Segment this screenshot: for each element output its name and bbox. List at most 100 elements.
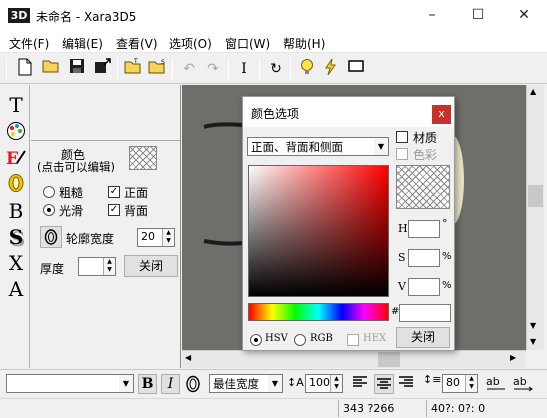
outline-tool[interactable]: E	[4, 147, 28, 171]
minimize-button[interactable]: –	[409, 0, 455, 31]
hue-slider[interactable]	[248, 303, 389, 321]
s-input[interactable]	[408, 249, 440, 267]
maximize-button[interactable]: ☐	[455, 0, 501, 31]
title-bar: 3D 未命名 - Xara3D5 – ☐ ✕	[0, 0, 547, 31]
color-tool[interactable]	[4, 121, 28, 145]
kerning-icon[interactable]: ab	[512, 374, 534, 394]
scroll-down-icon[interactable]: ▼	[530, 337, 536, 346]
align-left-icon[interactable]	[352, 374, 372, 394]
s-label: S	[398, 251, 406, 264]
shadow-tool[interactable]: S	[4, 225, 28, 249]
saturation-value-picker[interactable]	[248, 165, 389, 297]
main-toolbar: T S ↶ ↷ I ↻	[0, 54, 547, 84]
horizontal-scrollbar[interactable]: ◀ ▶	[182, 350, 526, 368]
back-checkbox[interactable]: ✓	[108, 204, 120, 216]
hex-input[interactable]	[399, 304, 451, 322]
bevel-tool[interactable]: B	[4, 199, 28, 223]
rotate-icon[interactable]: ↻	[265, 58, 287, 80]
spin-arrows-icon[interactable]: ▲ ▼	[330, 375, 342, 392]
svg-text:ab: ab	[486, 375, 500, 388]
text-tool[interactable]: T	[4, 93, 28, 117]
extrude-tool[interactable]	[4, 173, 28, 197]
scroll-up-icon[interactable]: ▲	[530, 87, 536, 96]
extrude-x-tool[interactable]: X	[4, 251, 28, 275]
lightning-icon[interactable]	[320, 58, 342, 80]
hsv-label: HSV	[265, 333, 288, 344]
hsv-radio[interactable]	[250, 334, 262, 346]
color-checkbox[interactable]	[396, 148, 408, 160]
align-center-icon[interactable]	[374, 374, 394, 394]
save-animation-icon[interactable]: S	[147, 58, 169, 80]
thickness-spinner[interactable]: ▲ ▼	[78, 257, 116, 276]
text-cursor-icon[interactable]: I	[233, 58, 255, 80]
svg-text:T: T	[133, 58, 138, 65]
scroll-right-icon[interactable]: ▶	[510, 353, 516, 362]
line-spacing-value: 80	[446, 376, 460, 389]
outline-style-button[interactable]	[40, 226, 62, 248]
align-right-icon[interactable]	[398, 374, 418, 394]
dialog-close-icon[interactable]: x	[432, 105, 451, 124]
outline-text-icon[interactable]	[185, 375, 205, 395]
app-icon: 3D	[8, 8, 30, 23]
svg-text:E: E	[6, 149, 19, 167]
hex-checkbox[interactable]	[347, 334, 359, 346]
material-label: 材质	[413, 131, 438, 145]
font-select[interactable]: ▼	[6, 374, 134, 393]
h-input[interactable]	[408, 220, 440, 238]
line-spacing-icon: ↕≡	[423, 373, 442, 386]
vertical-scroll-thumb[interactable]	[528, 185, 543, 207]
dialog-close-button[interactable]: 关闭	[396, 327, 450, 348]
spin-arrows-icon[interactable]: ▲ ▼	[465, 375, 477, 392]
svg-text:S: S	[161, 59, 165, 66]
save-icon[interactable]	[66, 58, 88, 80]
menu-window[interactable]: 窗口(W)	[225, 35, 270, 52]
horizontal-scroll-thumb[interactable]	[378, 352, 400, 367]
open-icon[interactable]	[40, 58, 62, 80]
chevron-down-icon[interactable]: ▼	[374, 138, 388, 155]
export-icon[interactable]	[92, 58, 114, 80]
letter-spacing-icon[interactable]: ab	[485, 374, 507, 394]
v-unit: %	[442, 280, 452, 291]
undo-icon[interactable]: ↶	[178, 58, 200, 80]
scroll-left-icon[interactable]: ◀	[185, 353, 191, 362]
spin-arrows-icon[interactable]: ▲ ▼	[162, 229, 174, 246]
scroll-down-icon[interactable]: ▼	[530, 321, 536, 330]
front-label: 正面	[124, 186, 149, 200]
rgb-radio[interactable]	[294, 334, 306, 346]
menu-help[interactable]: 帮助(H)	[283, 35, 325, 52]
smooth-radio[interactable]	[43, 204, 55, 216]
light-icon[interactable]	[296, 58, 318, 80]
chevron-down-icon[interactable]: ▼	[119, 375, 133, 392]
smooth-label: 光滑	[59, 204, 84, 218]
line-spacing-spinner[interactable]: 80 ▲ ▼	[442, 374, 478, 393]
menu-edit[interactable]: 编辑(E)	[62, 35, 103, 52]
front-checkbox[interactable]: ✓	[108, 186, 120, 198]
redo-icon[interactable]: ↷	[202, 58, 224, 80]
close-window-button[interactable]: ✕	[501, 0, 547, 31]
panel-divider	[31, 140, 180, 141]
texture-tool[interactable]: A	[4, 277, 28, 301]
frame-icon[interactable]	[345, 58, 367, 80]
quality-select[interactable]: 最佳宽度 ▼	[209, 374, 283, 393]
color-swatch[interactable]	[129, 146, 157, 170]
menu-file[interactable]: 文件(F)	[9, 35, 49, 52]
menu-view[interactable]: 查看(V)	[116, 35, 158, 52]
panel-close-button[interactable]: 关闭	[124, 255, 178, 277]
v-input[interactable]	[408, 278, 440, 296]
v-label: V	[398, 280, 406, 293]
vertical-scrollbar[interactable]: ▲ ▼ ▼	[526, 85, 544, 350]
italic-button[interactable]: I	[161, 374, 180, 394]
rough-radio[interactable]	[43, 186, 55, 198]
outline-width-spinner[interactable]: 20 ▲ ▼	[137, 228, 175, 247]
spin-arrows-icon[interactable]: ▲ ▼	[103, 258, 115, 275]
new-file-icon[interactable]	[14, 58, 36, 80]
bold-button[interactable]: B	[138, 374, 157, 394]
material-checkbox[interactable]	[396, 131, 408, 143]
target-select[interactable]: 正面、背面和侧面 ▼	[247, 137, 389, 156]
status-angles: 40?: 0?: 0	[431, 402, 486, 415]
menu-options[interactable]: 选项(O)	[169, 35, 212, 52]
open-texture-icon[interactable]: T	[122, 58, 144, 80]
status-coords: 343 ?266	[343, 402, 395, 415]
text-size-spinner[interactable]: 100 ▲ ▼	[305, 374, 343, 393]
chevron-down-icon[interactable]: ▼	[268, 375, 282, 392]
